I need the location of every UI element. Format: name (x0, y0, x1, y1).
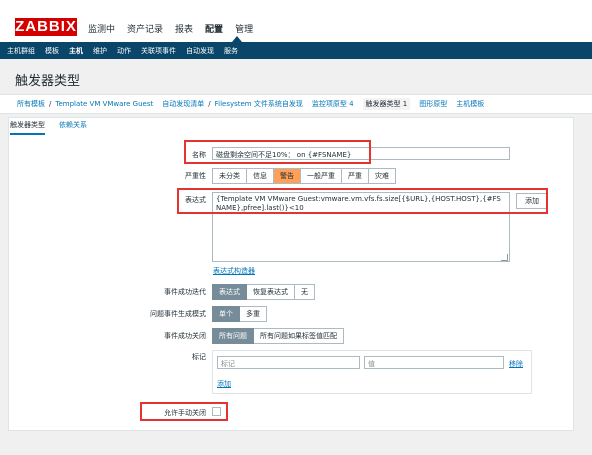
menu-reports[interactable]: 报表 (175, 22, 193, 35)
highlight-box (184, 140, 371, 164)
breadcrumb-all-templates[interactable]: 所有模板 (17, 99, 45, 109)
breadcrumb-host-prototypes[interactable]: 主机模板 (456, 99, 484, 109)
tab-dependencies[interactable]: 依赖关系 (59, 120, 87, 135)
severity-label: 严重性 (185, 172, 206, 180)
top-header: ZABBIX 监测中 资产记录 报表 配置 管理 (0, 0, 592, 42)
severity-high[interactable]: 严重 (342, 168, 369, 184)
expression-constructor-link[interactable]: 表达式构造器 (213, 266, 255, 276)
breadcrumb: 所有模板 / Template VM VMware Guest 自动发现清单 /… (0, 94, 592, 114)
tag-name-input[interactable]: 标记 (217, 356, 360, 369)
ok-close-tag-match[interactable]: 所有问题如果标签值匹配 (254, 328, 344, 344)
add-tag-link[interactable]: 添加 (217, 379, 231, 389)
submenu-templates[interactable]: 模板 (45, 46, 59, 56)
menu-configuration[interactable]: 配置 (205, 22, 223, 35)
menu-monitoring[interactable]: 监测中 (88, 22, 115, 35)
submenu-actions[interactable]: 动作 (117, 46, 131, 56)
breadcrumb-graph-prototypes[interactable]: 图形原型 (419, 99, 447, 109)
problem-mode-selector: 单个 多重 (212, 306, 267, 322)
form-tabs: 触发器类型 依赖关系 (10, 120, 101, 135)
tab-trigger-prototype[interactable]: 触发器类型 (10, 120, 45, 135)
severity-average[interactable]: 一般严重 (301, 168, 342, 184)
menu-inventory[interactable]: 资产记录 (127, 22, 163, 35)
submenu-services[interactable]: 服务 (224, 46, 238, 56)
highlight-box (140, 402, 228, 421)
severity-selector: 未分类 信息 警告 一般严重 严重 灾难 (212, 168, 396, 184)
breadcrumb-separator: / (208, 100, 211, 108)
submenu-event-correlation[interactable]: 关联项事件 (141, 46, 176, 56)
breadcrumb-template[interactable]: Template VM VMware Guest (55, 100, 153, 108)
submenu-maintenance[interactable]: 维护 (93, 46, 107, 56)
page-title: 触发器类型 (15, 74, 81, 89)
submenu-discovery[interactable]: 自动发现 (186, 46, 214, 56)
submenu-hosts[interactable]: 主机 (69, 46, 83, 56)
resize-handle-icon[interactable] (501, 254, 508, 261)
ok-close-label: 事件成功关闭 (164, 332, 206, 340)
problem-mode-single[interactable]: 单个 (212, 306, 240, 322)
zabbix-logo[interactable]: ZABBIX (15, 18, 77, 36)
tag-value-input[interactable]: 值 (364, 356, 504, 369)
ok-event-none[interactable]: 无 (295, 284, 315, 300)
problem-mode-multiple[interactable]: 多重 (240, 306, 267, 322)
problem-mode-label: 问题事件生成模式 (150, 310, 206, 318)
ok-event-expression[interactable]: 表达式 (212, 284, 247, 300)
breadcrumb-discovery-list[interactable]: 自动发现清单 (162, 99, 204, 109)
ok-close-selector: 所有问题 所有问题如果标签值匹配 (212, 328, 344, 344)
highlight-box (177, 188, 548, 214)
main-menu: 监测中 资产记录 报表 配置 管理 (88, 22, 265, 35)
breadcrumb-trigger-prototypes[interactable]: 触发器类型 1 (362, 98, 411, 110)
breadcrumb-separator: / (49, 100, 52, 108)
sub-menu: 主机群组 模板 主机 维护 动作 关联项事件 自动发现 服务 (0, 42, 592, 59)
menu-administration[interactable]: 管理 (235, 22, 253, 35)
severity-warning[interactable]: 警告 (274, 168, 301, 184)
ok-event-label: 事件成功迭代 (164, 288, 206, 296)
remove-tag-link[interactable]: 移除 (509, 359, 523, 369)
submenu-host-groups[interactable]: 主机群组 (7, 46, 35, 56)
breadcrumb-item-prototypes[interactable]: 监控项原型 4 (312, 99, 354, 109)
tags-label: 标记 (192, 353, 206, 361)
breadcrumb-discovery-rule[interactable]: Filesystem 文件系统自发现 (215, 99, 303, 109)
severity-not-classified[interactable]: 未分类 (212, 168, 247, 184)
ok-close-all-problems[interactable]: 所有问题 (212, 328, 254, 344)
ok-event-recovery-expression[interactable]: 恢复表达式 (247, 284, 295, 300)
ok-event-selector: 表达式 恢复表达式 无 (212, 284, 315, 300)
severity-information[interactable]: 信息 (247, 168, 274, 184)
severity-disaster[interactable]: 灾难 (369, 168, 396, 184)
